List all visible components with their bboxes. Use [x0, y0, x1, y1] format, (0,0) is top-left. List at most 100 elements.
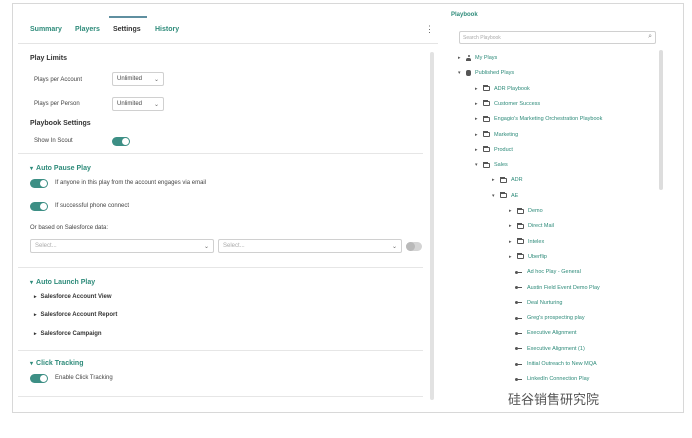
- tree-item[interactable]: LinkedIn Connection Play: [515, 374, 589, 384]
- tree-item[interactable]: Executive Alignment (1): [515, 344, 585, 354]
- tab-bar: Summary Players Settings History ⋮: [18, 14, 438, 44]
- salesforce-campaign-item[interactable]: ▸ Salesforce Campaign: [34, 331, 102, 337]
- tree-item-label: Austin Field Event Demo Play: [527, 284, 600, 291]
- tree-item[interactable]: ▾ Sales: [475, 160, 508, 170]
- caret-right-icon[interactable]: ▸: [475, 101, 483, 107]
- tree-item-label: Product: [494, 146, 513, 153]
- more-options-icon[interactable]: ⋮: [425, 25, 434, 34]
- caret-right-icon[interactable]: ▸: [509, 208, 517, 214]
- tree-item[interactable]: ▸ Product: [475, 145, 513, 155]
- divider: [18, 350, 423, 351]
- tree-item[interactable]: Initial Outreach to New MQA: [515, 359, 597, 369]
- tree-item-label: Greg's prospecting play: [527, 315, 585, 322]
- play-icon: [515, 286, 523, 289]
- tree-item-label: Intelex: [528, 238, 545, 245]
- playbook-title: Playbook: [451, 12, 478, 18]
- tree-item[interactable]: ▸ My Plays: [458, 53, 497, 63]
- click-tracking-toggle[interactable]: [30, 374, 48, 383]
- show-in-scout-label: Show In Scout: [34, 138, 73, 144]
- tree-item-label: Executive Alignment: [527, 330, 577, 337]
- folder-icon: [483, 131, 490, 137]
- tree-item[interactable]: Greg's prospecting play: [515, 313, 585, 323]
- tree-item-label: Marketing: [494, 131, 519, 138]
- pause-on-email-toggle[interactable]: [30, 179, 48, 188]
- tab-players[interactable]: Players: [75, 26, 100, 33]
- salesforce-account-report-item[interactable]: ▸ Salesforce Account Report: [34, 312, 117, 318]
- playbook-search-input[interactable]: Search Playbook ⌕: [459, 31, 656, 44]
- salesforce-account-report-label: Salesforce Account Report: [40, 312, 118, 318]
- tree-item[interactable]: ▸ Uberflip: [509, 252, 547, 262]
- play-icon: [515, 347, 523, 351]
- tree-item[interactable]: ▸ Direct Mail: [509, 221, 554, 231]
- salesforce-data-label: Or based on Salesforce data:: [30, 225, 109, 231]
- play-settings-panel: Summary Players Settings History ⋮ Play …: [18, 14, 438, 406]
- tree-item[interactable]: ▸ Customer Success: [475, 99, 540, 109]
- folder-icon: [517, 253, 524, 260]
- salesforce-pause-toggle[interactable]: [406, 242, 422, 251]
- tree-item[interactable]: Deal Nurturing: [515, 298, 562, 308]
- tree-item[interactable]: ▸ ADR Playbook: [475, 84, 530, 94]
- caret-right-icon[interactable]: ▸: [475, 116, 483, 122]
- play-icon: [515, 301, 523, 305]
- playbook-panel: Playbook Search Playbook ⌕ ▸ My Plays ▾ Pub…: [448, 4, 683, 412]
- play-icon: [515, 270, 523, 274]
- play-icon: [515, 377, 523, 381]
- auto-pause-section-header[interactable]: ▾ Auto Pause Play: [30, 165, 91, 172]
- salesforce-account-view-label: Salesforce Account View: [40, 294, 112, 300]
- tree-item[interactable]: ▸ ADR: [492, 175, 523, 185]
- tab-history[interactable]: History: [155, 26, 179, 33]
- salesforce-value-select[interactable]: Select... ⌄: [218, 239, 402, 253]
- click-tracking-label: Enable Click Tracking: [55, 375, 113, 381]
- caret-right-icon[interactable]: ▸: [475, 147, 483, 153]
- pause-on-email-label: If anyone in this play from the account …: [55, 180, 207, 186]
- tree-item-label: ADR: [511, 177, 523, 184]
- caret-right-icon[interactable]: ▸: [509, 254, 517, 260]
- caret-right-icon: ▸: [34, 331, 37, 337]
- caret-right-icon[interactable]: ▸: [509, 223, 517, 229]
- salesforce-field-select[interactable]: Select... ⌄: [30, 239, 214, 253]
- tree-item-label: Ad hoc Play - General: [527, 269, 581, 276]
- salesforce-account-view-item[interactable]: ▸ Salesforce Account View: [34, 294, 112, 300]
- pause-on-phone-toggle[interactable]: [30, 202, 48, 211]
- caret-right-icon[interactable]: ▸: [475, 86, 483, 92]
- caret-right-icon[interactable]: ▸: [458, 55, 466, 61]
- tree-item[interactable]: ▸ Demo: [509, 206, 543, 216]
- caret-down-icon[interactable]: ▾: [458, 70, 466, 76]
- settings-scrollbar[interactable]: [430, 52, 434, 400]
- tree-item[interactable]: Ad hoc Play - General: [515, 267, 581, 277]
- salesforce-field-placeholder: Select...: [35, 243, 57, 249]
- caret-down-icon: ▾: [30, 361, 34, 367]
- caret-right-icon[interactable]: ▸: [475, 132, 483, 138]
- tree-item[interactable]: ▸ Marketing: [475, 130, 518, 140]
- caret-down-icon[interactable]: ▾: [492, 193, 500, 199]
- plays-per-person-label: Plays per Person: [34, 101, 80, 107]
- plays-per-account-select[interactable]: Unlimited ⌄: [112, 72, 164, 86]
- caret-right-icon[interactable]: ▸: [492, 177, 500, 183]
- tab-summary[interactable]: Summary: [30, 26, 62, 33]
- click-tracking-section-header[interactable]: ▾ Click Tracking: [30, 360, 83, 367]
- tree-item[interactable]: ▸ Engagio's Marketing Orchestration Playb…: [475, 114, 602, 124]
- plays-per-account-label: Plays per Account: [34, 77, 83, 83]
- auto-launch-section-header[interactable]: ▾ Auto Launch Play: [30, 279, 95, 286]
- folder-icon: [483, 115, 490, 122]
- chevron-down-icon: ⌄: [203, 244, 209, 250]
- playbook-scrollbar[interactable]: [659, 50, 663, 190]
- caret-right-icon[interactable]: ▸: [509, 239, 517, 245]
- caret-right-icon: ▸: [34, 294, 37, 300]
- person-icon: [466, 55, 471, 61]
- tree-item[interactable]: ▾ Published Plays: [458, 68, 514, 78]
- tree-item-label: Uberflip: [528, 253, 547, 260]
- tree-item[interactable]: Executive Alignment: [515, 328, 577, 338]
- tree-item[interactable]: ▸ Intelex: [509, 237, 544, 247]
- caret-down-icon[interactable]: ▾: [475, 162, 483, 168]
- tree-item[interactable]: ▾ AE: [492, 191, 518, 201]
- folder-icon: [500, 192, 507, 199]
- divider: [18, 396, 423, 397]
- tab-settings[interactable]: Settings: [113, 26, 141, 33]
- active-tab-indicator: [109, 16, 147, 18]
- watermark: 硅谷销售研究院: [508, 392, 600, 407]
- tree-item-label: Customer Success: [494, 100, 541, 107]
- tree-item[interactable]: Austin Field Event Demo Play: [515, 283, 600, 293]
- show-in-scout-toggle[interactable]: [112, 137, 130, 146]
- plays-per-person-select[interactable]: Unlimited ⌄: [112, 97, 164, 111]
